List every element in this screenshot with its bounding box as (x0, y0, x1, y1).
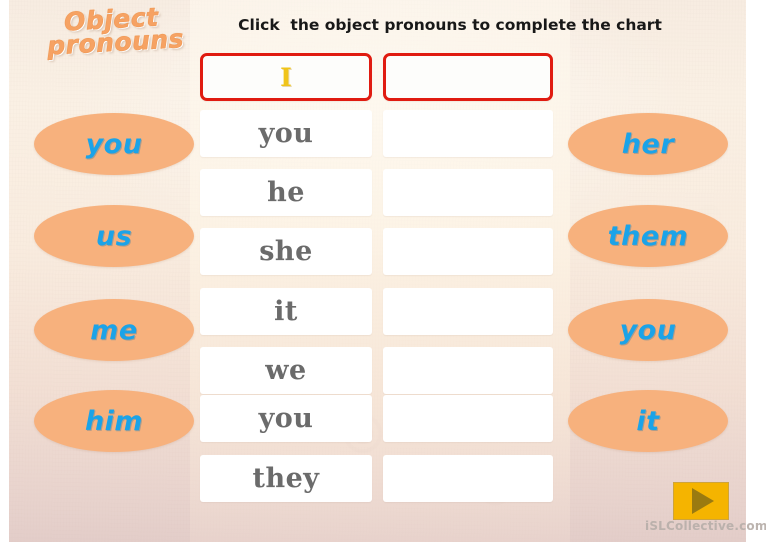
chart-subject-cell: we (200, 347, 372, 394)
answer-oval-label: her (621, 128, 675, 160)
play-triangle-icon (692, 488, 714, 514)
chart-object-dropzone[interactable] (383, 347, 553, 394)
chart-object-inner (383, 288, 553, 335)
chart-subject-inner: she (200, 228, 372, 275)
chart-object-dropzone[interactable] (383, 110, 553, 157)
chart-object-dropzone[interactable] (383, 288, 553, 335)
chart-subject-cell: she (200, 228, 372, 275)
chart-subject-value: it (274, 296, 298, 327)
answer-oval-label: them (607, 220, 689, 252)
answer-oval-label: him (84, 405, 144, 437)
answer-oval-label: me (90, 314, 138, 346)
answer-oval-him[interactable]: him (34, 390, 194, 452)
answer-oval-them[interactable]: them (568, 205, 728, 267)
chart-subject-value: he (267, 177, 305, 208)
chart-object-dropzone[interactable] (383, 395, 553, 442)
slide-canvas: Object pronouns Click the object pronoun… (0, 0, 766, 542)
instruction-text: Click the object pronouns to complete th… (238, 16, 662, 34)
answer-oval-you[interactable]: you (34, 113, 194, 175)
chart-object-dropzone[interactable] (383, 228, 553, 275)
chart-header-subject-value: I (280, 62, 292, 92)
answer-oval-label: you (619, 314, 677, 346)
chart-subject-cell: they (200, 455, 372, 502)
chart-subject-inner: they (200, 455, 372, 502)
answer-oval-her[interactable]: her (568, 113, 728, 175)
answer-oval-it[interactable]: it (568, 390, 728, 452)
chart-subject-cell: you (200, 110, 372, 157)
answer-oval-label: you (85, 128, 143, 160)
chart-subject-inner: you (200, 395, 372, 442)
chart-subject-cell: he (200, 169, 372, 216)
chart-subject-value: we (265, 355, 307, 386)
chart-object-dropzone[interactable] (383, 169, 553, 216)
chart-header-object-cell[interactable] (383, 53, 553, 101)
chart-subject-value: they (252, 463, 320, 494)
chart-object-inner (383, 455, 553, 502)
chart-subject-value: you (258, 118, 314, 149)
chart-subject-cell: it (200, 288, 372, 335)
chart-subject-inner: you (200, 110, 372, 157)
chart-header-subject-cell[interactable]: I (200, 53, 372, 101)
answer-oval-me[interactable]: me (34, 299, 194, 361)
chart-object-inner (383, 395, 553, 442)
chart-object-inner (383, 169, 553, 216)
chart-object-inner (383, 347, 553, 394)
chart-subject-inner: it (200, 288, 372, 335)
chart-object-dropzone[interactable] (383, 455, 553, 502)
answer-oval-label: us (95, 220, 133, 252)
chart-subject-inner: we (200, 347, 372, 394)
chart-subject-value: she (259, 236, 313, 267)
answer-oval-us[interactable]: us (34, 205, 194, 267)
chart-object-inner (383, 228, 553, 275)
chart-subject-inner: he (200, 169, 372, 216)
chart-object-inner (383, 110, 553, 157)
chart-header-object-inner (386, 56, 550, 98)
answer-oval-label: it (636, 405, 660, 437)
site-watermark: iSLCollective.com (645, 519, 766, 533)
answer-oval-you[interactable]: you (568, 299, 728, 361)
chart-subject-cell: you (200, 395, 372, 442)
chart-header-subject-inner: I (203, 56, 369, 98)
play-button[interactable] (673, 482, 729, 520)
chart-subject-value: you (258, 403, 314, 434)
